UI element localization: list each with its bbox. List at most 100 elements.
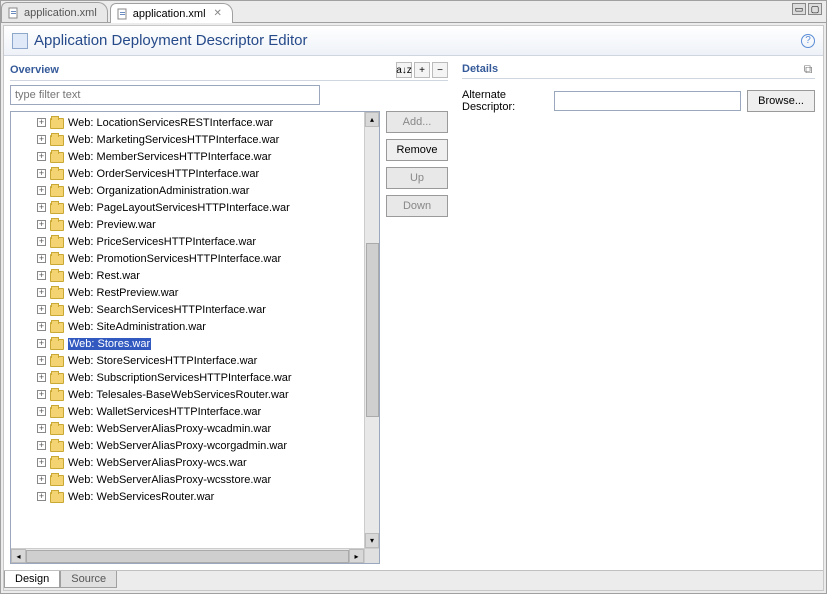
tree-item-label: Web: WalletServicesHTTPInterface.war [68, 406, 261, 418]
tree-item[interactable]: +Web: WebServerAliasProxy-wcadmin.war [11, 420, 364, 437]
tree-item[interactable]: + Web: PriceServicesHTTPInterface.war [11, 233, 364, 250]
overview-pane: Overview a↓z + − +Web: LocationServicesR… [4, 56, 454, 570]
folder-icon [50, 254, 64, 265]
tab-design[interactable]: Design [4, 571, 60, 588]
folder-icon [50, 203, 64, 214]
expand-icon[interactable]: + [37, 237, 46, 246]
restore-icon[interactable]: ⧉ [801, 62, 815, 76]
tree-item-label: Web: StoreServicesHTTPInterface.war [68, 355, 257, 367]
tree-item[interactable]: +Web: WebServerAliasProxy-wcsstore.war [11, 471, 364, 488]
scroll-thumb-vertical[interactable] [366, 243, 379, 417]
folder-icon [50, 186, 64, 197]
expand-icon[interactable]: + [37, 152, 46, 161]
tree-item[interactable]: +Web: WebServerAliasProxy-wcs.war [11, 454, 364, 471]
module-tree-container: +Web: LocationServicesRESTInterface.war+… [10, 111, 380, 564]
sort-button[interactable]: a↓z [396, 62, 412, 78]
expand-icon[interactable]: + [37, 458, 46, 467]
expand-icon[interactable]: + [37, 390, 46, 399]
tree-item[interactable]: +Web: OrderServicesHTTPInterface.war [11, 165, 364, 182]
horizontal-scrollbar[interactable]: ◂ ▸ [11, 548, 364, 563]
up-button[interactable]: Up [386, 167, 448, 189]
vertical-scrollbar[interactable]: ▴ ▾ [364, 112, 379, 548]
editor-window: application.xml application.xml ✕ ▭ ▢ Ap… [0, 0, 827, 594]
expand-icon[interactable]: + [37, 407, 46, 416]
maximize-button[interactable]: ▢ [808, 3, 822, 15]
alternate-descriptor-input[interactable] [554, 91, 741, 111]
tree-item[interactable]: +Web: WebServerAliasProxy-wcorgadmin.war [11, 437, 364, 454]
scroll-thumb-horizontal[interactable] [26, 550, 349, 563]
folder-icon [50, 220, 64, 231]
folder-icon [50, 118, 64, 129]
editor-title: Application Deployment Descriptor Editor [34, 32, 801, 49]
expand-icon[interactable]: + [37, 305, 46, 314]
tree-item-label: Web: MarketingServicesHTTPInterface.war [68, 134, 279, 146]
browse-button[interactable]: Browse... [747, 90, 815, 112]
filter-input[interactable] [10, 85, 320, 105]
expand-icon[interactable]: + [37, 492, 46, 501]
expand-icon[interactable]: + [37, 271, 46, 280]
expand-icon[interactable]: + [37, 373, 46, 382]
scroll-left-button[interactable]: ◂ [11, 549, 26, 563]
alternate-descriptor-label: Alternate Descriptor: [462, 89, 548, 113]
expand-icon[interactable]: + [37, 288, 46, 297]
tree-item[interactable]: + Web: MarketingServicesHTTPInterface.war [11, 131, 364, 148]
tree-item[interactable]: +Web: Preview.war [11, 216, 364, 233]
file-icon [117, 8, 129, 20]
help-icon[interactable]: ? [801, 34, 815, 48]
scroll-up-button[interactable]: ▴ [365, 112, 379, 127]
scroll-right-button[interactable]: ▸ [349, 549, 364, 563]
folder-icon [50, 441, 64, 452]
tree-item-label: Web: Rest.war [68, 270, 140, 282]
expand-icon[interactable]: + [37, 322, 46, 331]
tab-application-xml-inactive[interactable]: application.xml [1, 2, 108, 22]
tree-item[interactable]: +Web: PageLayoutServicesHTTPInterface.wa… [11, 199, 364, 216]
expand-icon[interactable]: + [37, 186, 46, 195]
scrollbar-corner [364, 548, 379, 563]
add-button[interactable]: Add... [386, 111, 448, 133]
tree-item[interactable]: + Web: SiteAdministration.war [11, 318, 364, 335]
tree-item[interactable]: +Web: Stores.war [11, 335, 364, 352]
tree-item[interactable]: + Web: LocationServicesRESTInterface.war [11, 114, 364, 131]
tree-item[interactable]: +Web: SubscriptionServicesHTTPInterface.… [11, 369, 364, 386]
scroll-down-button[interactable]: ▾ [365, 533, 379, 548]
tree-item[interactable]: + Web: Rest.war [11, 267, 364, 284]
tree-item[interactable]: +Web: PromotionServicesHTTPInterface.war [11, 250, 364, 267]
expand-icon[interactable]: + [37, 424, 46, 433]
folder-icon [50, 169, 64, 180]
minimize-button[interactable]: ▭ [792, 3, 806, 15]
expand-icon[interactable]: + [37, 356, 46, 365]
tree-item[interactable]: + Web: StoreServicesHTTPInterface.war [11, 352, 364, 369]
tree-item[interactable]: +Web: MemberServicesHTTPInterface.war [11, 148, 364, 165]
close-icon[interactable]: ✕ [214, 8, 222, 19]
folder-icon [50, 475, 64, 486]
tree-item[interactable]: +Web: Telesales-BaseWebServicesRouter.wa… [11, 386, 364, 403]
tree-item[interactable]: +Web: OrganizationAdministration.war [11, 182, 364, 199]
tree-item-label: Web: PriceServicesHTTPInterface.war [68, 236, 256, 248]
tree-item-label: Web: SiteAdministration.war [68, 321, 206, 333]
folder-icon [50, 390, 64, 401]
expand-icon[interactable]: + [37, 135, 46, 144]
expand-icon[interactable]: + [37, 441, 46, 450]
expand-icon[interactable]: + [37, 169, 46, 178]
tree-item[interactable]: +Web: RestPreview.war [11, 284, 364, 301]
expand-all-button[interactable]: + [414, 62, 430, 78]
expand-icon[interactable]: + [37, 220, 46, 229]
tree-item[interactable]: +Web: SearchServicesHTTPInterface.war [11, 301, 364, 318]
expand-icon[interactable]: + [37, 118, 46, 127]
expand-icon[interactable]: + [37, 475, 46, 484]
expand-icon[interactable]: + [37, 203, 46, 212]
tab-application-xml-active[interactable]: application.xml ✕ [110, 3, 233, 23]
collapse-all-button[interactable]: − [432, 62, 448, 78]
expand-icon[interactable]: + [37, 254, 46, 263]
folder-icon [50, 407, 64, 418]
down-button[interactable]: Down [386, 195, 448, 217]
expand-icon[interactable]: + [37, 339, 46, 348]
editor-body: Application Deployment Descriptor Editor… [3, 25, 824, 591]
tree-item-label: Web: LocationServicesRESTInterface.war [68, 117, 273, 129]
module-tree[interactable]: +Web: LocationServicesRESTInterface.war+… [11, 112, 364, 507]
tree-item[interactable]: + Web: WalletServicesHTTPInterface.war [11, 403, 364, 420]
remove-button[interactable]: Remove [386, 139, 448, 161]
tab-source[interactable]: Source [60, 571, 117, 588]
folder-icon [50, 339, 64, 350]
tree-item[interactable]: +Web: WebServicesRouter.war [11, 488, 364, 505]
